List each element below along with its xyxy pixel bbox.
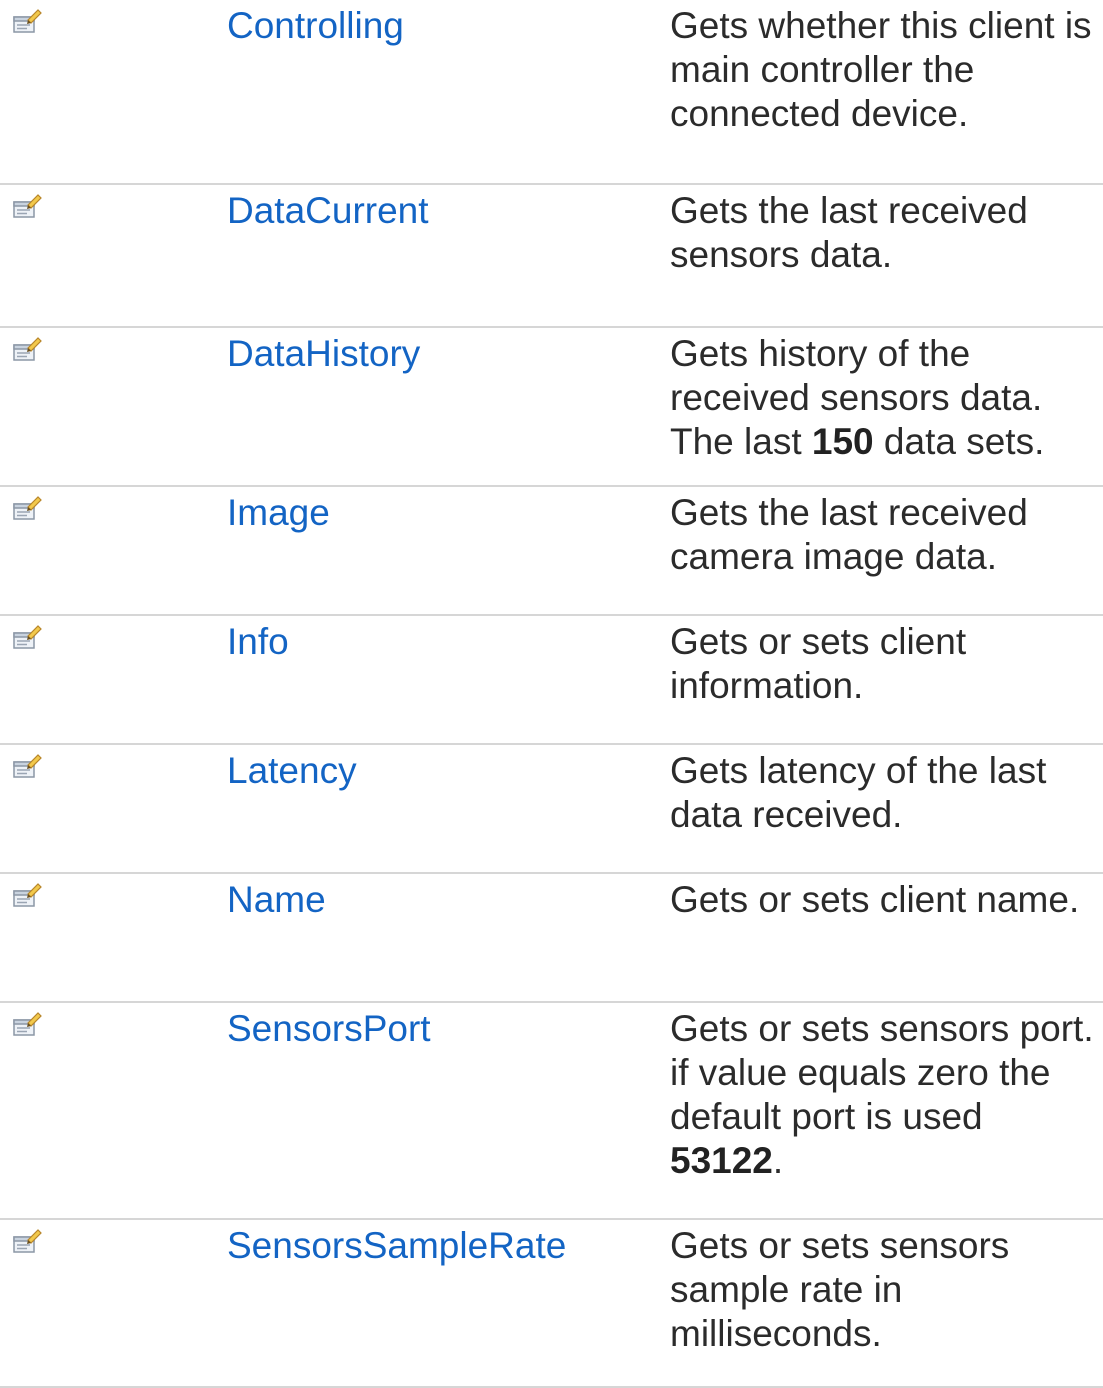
description-text: Gets or sets client information. [670, 621, 967, 706]
member-description: Gets the last received camera image data… [670, 491, 1100, 579]
member-description: Gets history of the received sensors dat… [670, 332, 1100, 464]
table-row: Controlling Gets whether this client is … [0, 0, 1103, 185]
table-row: DataCurrent Gets the last received senso… [0, 185, 1103, 328]
member-description: Gets or sets sensors port. if value equa… [670, 1007, 1100, 1183]
member-link-controlling[interactable]: Controlling [227, 4, 404, 48]
table-row: Info Gets or sets client information. [0, 616, 1103, 745]
property-icon [12, 882, 42, 910]
member-link-datahistory[interactable]: DataHistory [227, 332, 420, 376]
member-link-name[interactable]: Name [227, 878, 326, 922]
description-text: Gets latency of the last data received. [670, 750, 1047, 835]
property-icon [12, 8, 42, 36]
description-text: . [772, 1140, 784, 1181]
description-bold-value: 150 [811, 421, 874, 462]
member-link-latency[interactable]: Latency [227, 749, 357, 793]
property-icon [12, 1011, 42, 1039]
property-icon [12, 753, 42, 781]
description-text: Gets or sets sensors port. if value equa… [670, 1008, 1094, 1137]
property-icon [12, 495, 42, 523]
table-row: SensorsPort Gets or sets sensors port. i… [0, 1003, 1103, 1220]
table-row: Image Gets the last received camera imag… [0, 487, 1103, 616]
member-link-sensorsport[interactable]: SensorsPort [227, 1007, 431, 1051]
member-description: Gets or sets client name. [670, 878, 1100, 922]
table-row: Latency Gets latency of the last data re… [0, 745, 1103, 874]
property-icon [12, 1228, 42, 1256]
member-description: Gets latency of the last data received. [670, 749, 1100, 837]
member-description: Gets or sets sensors sample rate in mill… [670, 1224, 1100, 1356]
member-description: Gets the last received sensors data. [670, 189, 1100, 277]
description-text: Gets or sets sensors sample rate in mill… [670, 1225, 1010, 1354]
member-link-datacurrent[interactable]: DataCurrent [227, 189, 429, 233]
property-icon [12, 624, 42, 652]
description-text: Gets whether this client is main control… [670, 5, 1092, 134]
description-text: Gets the last received sensors data. [670, 190, 1028, 275]
member-link-image[interactable]: Image [227, 491, 330, 535]
member-link-sensorssamplerate[interactable]: SensorsSampleRate [227, 1224, 566, 1268]
property-icon [12, 336, 42, 364]
member-link-info[interactable]: Info [227, 620, 289, 664]
member-description: Gets whether this client is main control… [670, 4, 1100, 136]
members-table: Controlling Gets whether this client is … [0, 0, 1103, 1388]
member-description: Gets or sets client information. [670, 620, 1100, 708]
description-text: Gets or sets client name. [670, 879, 1080, 920]
description-text: Gets the last received camera image data… [670, 492, 1028, 577]
table-row: Name Gets or sets client name. [0, 874, 1103, 1003]
table-row: DataHistory Gets history of the received… [0, 328, 1103, 487]
description-bold-value: 53122 [670, 1140, 773, 1181]
description-text: data sets. [873, 421, 1045, 462]
table-row: SensorsSampleRate Gets or sets sensors s… [0, 1220, 1103, 1388]
property-icon [12, 193, 42, 221]
